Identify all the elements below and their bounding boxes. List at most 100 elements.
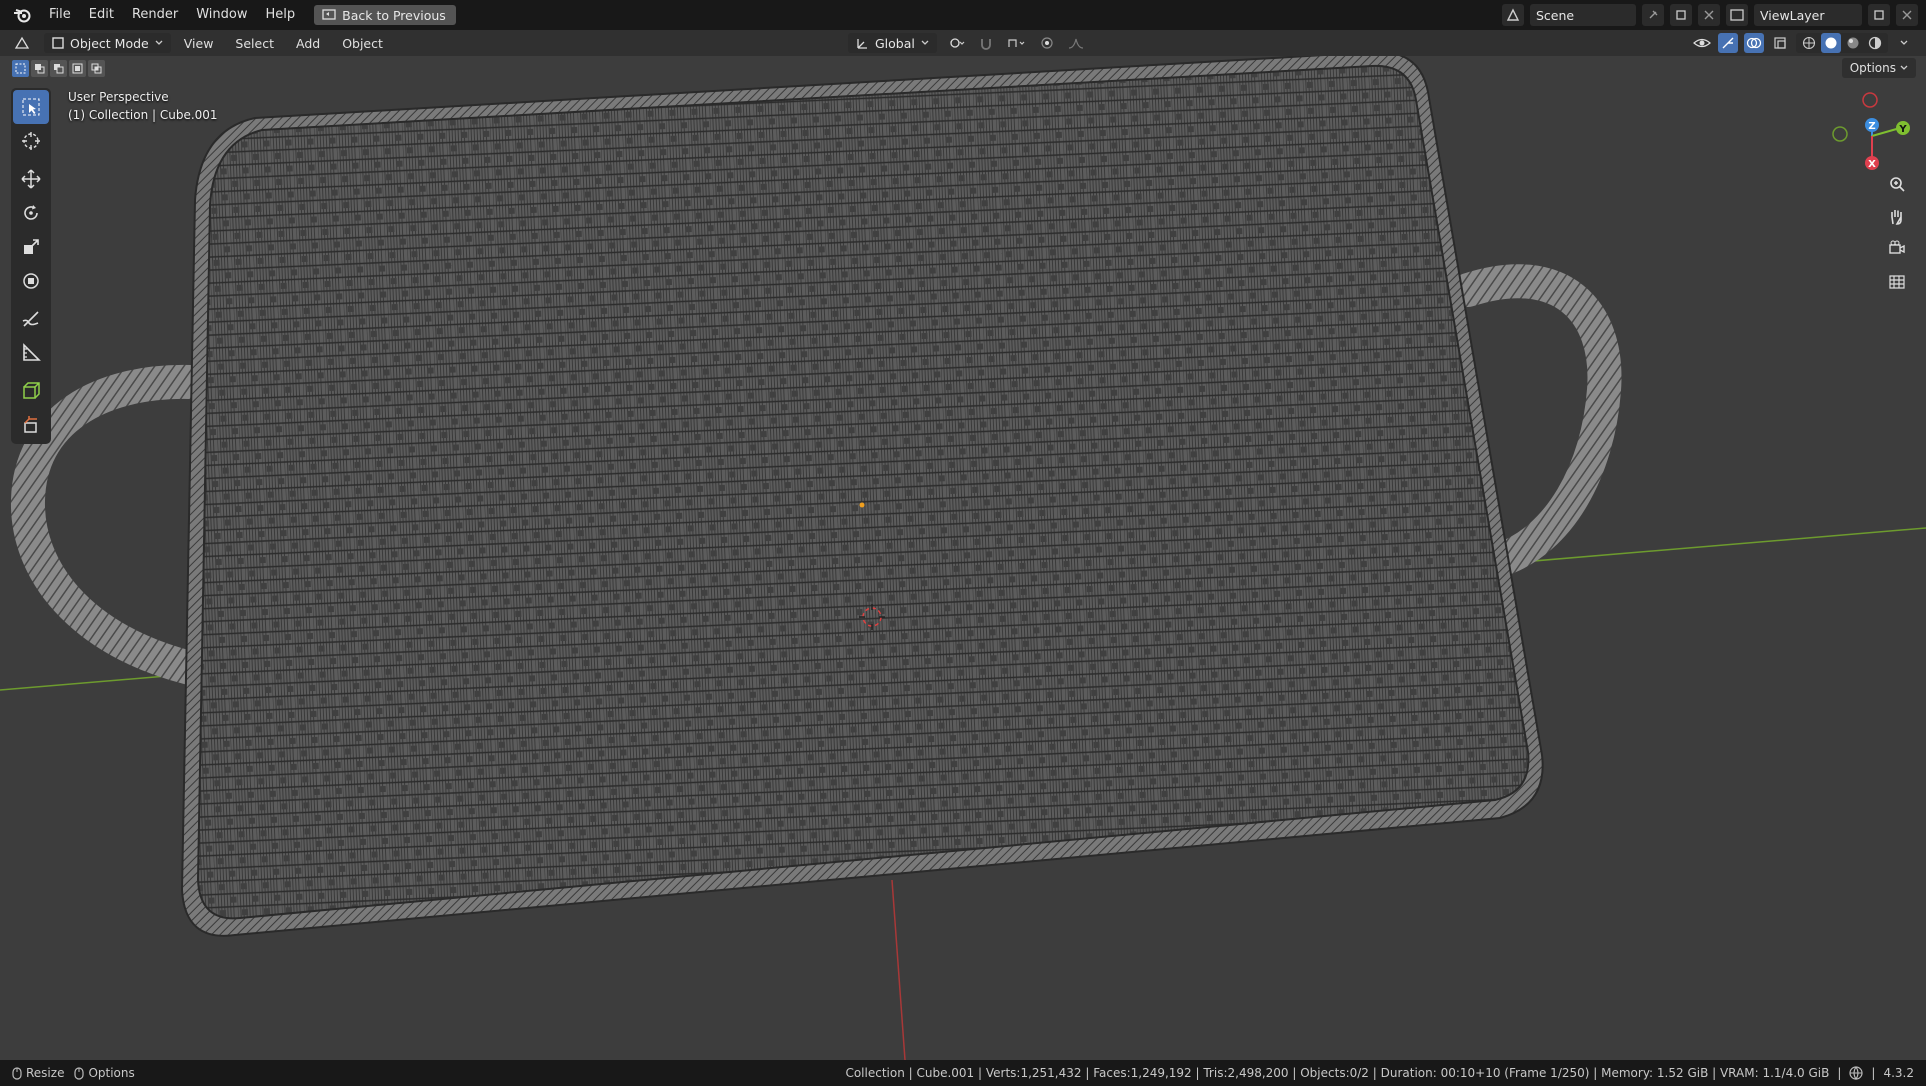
menu-edit[interactable]: Edit [80,0,123,30]
screen-icon [322,9,336,20]
new-scene-icon[interactable] [1670,4,1692,26]
chevron-down-icon [155,40,163,45]
snap-target-icon[interactable] [1007,33,1027,53]
collection-object-label: (1) Collection | Cube.001 [68,108,218,122]
menu-view[interactable]: View [175,36,223,51]
viewport-canvas[interactable] [0,56,1926,1060]
status-hint-options: Options [74,1066,135,1080]
status-bar: Resize Options Collection | Cube.001 | V… [0,1060,1926,1086]
perspective-toggle-icon[interactable] [1884,268,1910,294]
status-separator: | [1871,1066,1876,1080]
status-hint-resize-label: Resize [26,1066,65,1080]
options-dropdown[interactable]: Options [1841,58,1916,78]
proportional-editing-icon[interactable] [1037,33,1057,53]
rendered-shading-icon[interactable] [1865,33,1885,53]
zoom-icon[interactable] [1884,172,1910,198]
viewport-header: Object Mode View Select Add Object Globa… [0,30,1926,56]
x-axis-line [891,879,906,1060]
view-perspective-label: User Perspective [68,90,169,104]
selection-mode-group [12,60,105,77]
menu-object[interactable]: Object [333,36,392,51]
gizmo-neg-y-circle[interactable] [1832,126,1848,142]
wicker-tray-body [196,64,1530,920]
back-to-previous-button[interactable]: Back to Previous [314,5,456,25]
object-origin[interactable] [859,502,865,508]
chevron-down-icon [1900,65,1908,70]
menu-render[interactable]: Render [123,0,187,30]
status-hint-resize: Resize [12,1066,64,1080]
extrude-tool-icon[interactable] [13,408,49,442]
scene-name: Scene [1536,7,1575,23]
solid-shading-icon[interactable] [1821,33,1841,53]
blender-logo-icon[interactable] [12,5,32,25]
transform-orientation-selector[interactable]: Global [848,33,937,53]
visibility-icon[interactable] [1692,33,1712,53]
editor-type-icon[interactable] [12,33,32,53]
back-to-previous-label: Back to Previous [342,7,446,23]
shading-options-chevron-icon[interactable] [1894,33,1914,53]
select-intersect-icon[interactable] [88,60,105,77]
mouse-icon [74,1066,85,1080]
menu-window[interactable]: Window [187,0,256,30]
tool-shelf [11,88,51,444]
rotate-tool-icon[interactable] [13,196,49,230]
object-mode-icon [52,37,64,49]
transform-orientation-label: Global [875,35,915,51]
wireframe-shading-icon[interactable] [1799,33,1819,53]
scene-statistics: Collection | Cube.001 | Verts:1,251,432 … [845,1066,1830,1080]
status-hint-options-label: Options [88,1066,135,1080]
gizmo-neg-x-circle[interactable] [1862,92,1878,108]
pin-icon[interactable] [1642,4,1664,26]
viewport-info: User Perspective (1) Collection | Cube.0… [68,88,218,124]
menu-help[interactable]: Help [257,0,305,30]
material-preview-icon[interactable] [1843,33,1863,53]
annotate-tool-icon[interactable] [13,302,49,336]
transform-tool-icon[interactable] [13,264,49,298]
chevron-down-icon [921,40,929,45]
scene-selector-icon[interactable] [1502,4,1524,26]
add-cube-tool-icon[interactable] [13,374,49,408]
scale-tool-icon[interactable] [13,230,49,264]
gizmo-toggle-icon[interactable] [1718,33,1738,53]
view-layer-selector-icon[interactable] [1726,4,1748,26]
falloff-icon[interactable] [1067,33,1087,53]
select-new-icon[interactable] [12,60,29,77]
menu-select[interactable]: Select [226,36,283,51]
snap-icon[interactable] [977,33,997,53]
mouse-icon [12,1066,22,1080]
move-tool-icon[interactable] [13,162,49,196]
cursor-tool-icon[interactable] [13,124,49,158]
options-label: Options [1849,61,1896,75]
mode-label: Object Mode [70,35,149,51]
overlays-toggle-icon[interactable] [1744,33,1764,53]
blender-version: 4.3.2 [1883,1066,1914,1080]
view-layer-field[interactable]: ViewLayer [1754,4,1862,26]
menu-add[interactable]: Add [287,36,329,51]
scene-field[interactable]: Scene [1530,4,1636,26]
navigation-tools [1884,172,1910,294]
select-invert-icon[interactable] [69,60,86,77]
xray-toggle-icon[interactable] [1770,33,1790,53]
delete-scene-icon[interactable] [1698,4,1720,26]
navigation-gizmo[interactable]: Z Y X [1820,90,1920,180]
select-box-tool-icon[interactable] [13,90,49,124]
new-view-layer-icon[interactable] [1868,4,1890,26]
measure-tool-icon[interactable] [13,336,49,370]
pivot-point-icon[interactable] [947,33,967,53]
pan-hand-icon[interactable] [1884,204,1910,230]
delete-view-layer-icon[interactable] [1896,4,1918,26]
select-subtract-icon[interactable] [50,60,67,77]
top-menu-bar: File Edit Render Window Help Back to Pre… [0,0,1926,30]
gizmo-y-label: Y [1898,124,1907,135]
shading-mode-group [1796,33,1888,53]
left-rope-handle [10,364,207,685]
menu-file[interactable]: File [40,0,80,30]
globe-icon [1849,1066,1864,1080]
gizmo-z-label: Z [1868,121,1875,132]
camera-view-icon[interactable] [1884,236,1910,262]
select-extend-icon[interactable] [31,60,48,77]
mode-selector[interactable]: Object Mode [44,33,171,53]
view-layer-name: ViewLayer [1760,7,1825,23]
orientation-axes-icon [857,38,867,49]
gizmo-x-label: X [1868,159,1876,170]
